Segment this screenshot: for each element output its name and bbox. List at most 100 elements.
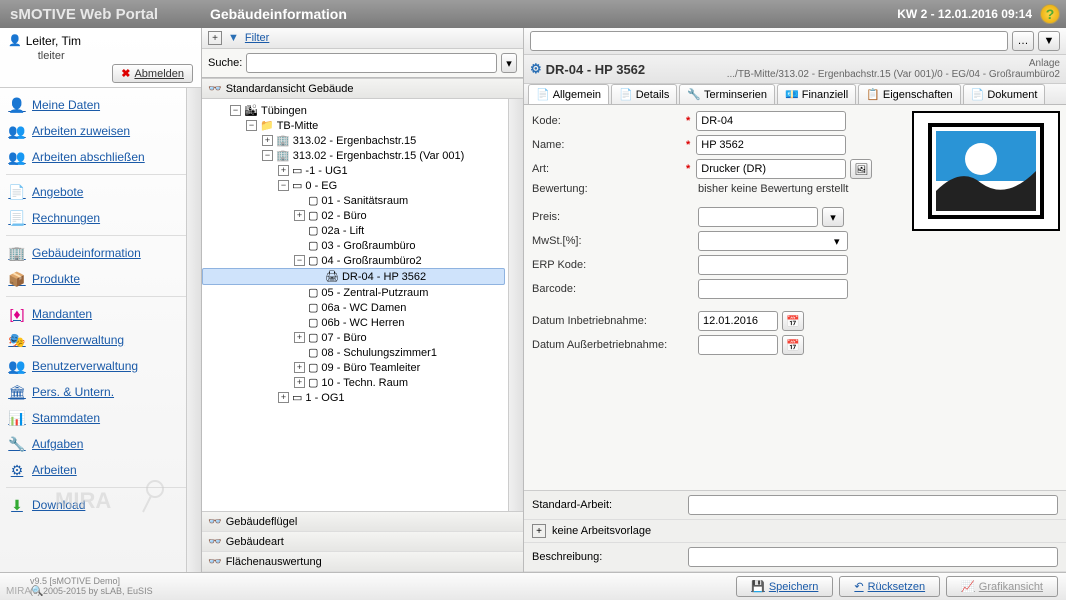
nav-gebaeudeinformation[interactable]: 🏢Gebäudeinformation (0, 240, 201, 266)
path-input[interactable] (530, 31, 1008, 51)
tree-node-08[interactable]: ▢08 - Schulungszimmer1 (202, 345, 523, 360)
erp-input[interactable] (698, 255, 848, 275)
tab-details[interactable]: 📄Details (611, 84, 677, 104)
tab-dokument[interactable]: 📄Dokument (963, 84, 1046, 104)
datum-ausser-input[interactable] (698, 335, 778, 355)
reset-button[interactable]: ↶Rücksetzen (839, 576, 940, 597)
tree-node-ug1[interactable]: +▭-1 - UG1 (202, 163, 523, 178)
name-input[interactable] (696, 135, 846, 155)
nav-produkte[interactable]: 📦Produkte (0, 266, 201, 292)
tree-node-addr2[interactable]: −🏢313.02 - Ergenbachstr.15 (Var 001) (202, 148, 523, 163)
expand-icon[interactable]: + (294, 210, 305, 221)
tree-header[interactable]: 👓 Standardansicht Gebäude (202, 78, 523, 99)
filter-icon: ▼ (228, 32, 239, 44)
preis-dropdown[interactable]: ▾ (822, 207, 844, 227)
tree-node-02a[interactable]: ▢02a - Lift (202, 223, 523, 238)
tree-node-01[interactable]: ▢01 - Sanitätsraum (202, 193, 523, 208)
image-placeholder[interactable] (912, 111, 1060, 231)
tree-node-og1[interactable]: +▭1 - OG1 (202, 390, 523, 405)
nav-meine-daten[interactable]: 👤Meine Daten (0, 92, 201, 118)
tree-footer-art[interactable]: 👓Gebäudeart (202, 532, 523, 552)
tree-node-09[interactable]: +▢09 - Büro Teamleiter (202, 360, 523, 375)
nav-benutzerverwaltung[interactable]: 👥Benutzerverwaltung (0, 353, 201, 379)
expand-icon[interactable]: + (294, 362, 305, 373)
tree-footer-flaeche[interactable]: 👓Flächenauswertung (202, 552, 523, 572)
money-icon: 💶 (785, 88, 799, 101)
filter-toggle-button[interactable]: ▼ (1038, 31, 1060, 51)
nav-aufgaben[interactable]: 🔧Aufgaben (0, 431, 201, 457)
tree-node-dr04[interactable]: 🖨DR-04 - HP 3562 (202, 268, 505, 285)
tree-node-07[interactable]: +▢07 - Büro (202, 330, 523, 345)
preis-input[interactable] (698, 207, 818, 227)
expand-icon[interactable]: + (294, 377, 305, 388)
expand-filter-button[interactable]: + (208, 31, 222, 45)
nav-scrollbar[interactable] (186, 88, 201, 572)
mwst-dropdown-icon[interactable]: ▾ (834, 235, 840, 248)
expand-icon[interactable]: + (294, 332, 305, 343)
nav-mandanten[interactable]: [♦]Mandanten (0, 301, 201, 327)
kode-label: Kode: (532, 115, 682, 127)
company-icon: 🏛 (8, 384, 26, 400)
tree-node-eg[interactable]: −▭0 - EG (202, 178, 523, 193)
logout-button[interactable]: ✖Abmelden (112, 64, 193, 83)
tree-node-05[interactable]: ▢05 - Zentral-Putzraum (202, 285, 523, 300)
suche-label: Suche: (208, 57, 242, 69)
work-icon: ⚙ (8, 462, 26, 478)
search-input[interactable] (246, 53, 497, 73)
nav-arbeiten-zuweisen[interactable]: 👥Arbeiten zuweisen (0, 118, 201, 144)
expand-icon[interactable]: + (278, 392, 289, 403)
grafik-button[interactable]: 📈Grafikansicht (946, 576, 1058, 597)
tree-node-tbmitte[interactable]: −📁TB-Mitte (202, 118, 523, 133)
nav-rechnungen[interactable]: 📃Rechnungen (0, 205, 201, 231)
tree-footer-fluegel[interactable]: 👓Gebäudeflügel (202, 512, 523, 532)
tree-scrollbar[interactable] (508, 99, 523, 511)
floor-icon: ▭ (292, 391, 302, 404)
search-dropdown-icon[interactable]: ▾ (501, 53, 517, 73)
nav-rollenverwaltung[interactable]: 🎭Rollenverwaltung (0, 327, 201, 353)
collapse-icon[interactable]: − (246, 120, 257, 131)
tree-node-addr1[interactable]: +🏢313.02 - Ergenbachstr.15 (202, 133, 523, 148)
offer-icon: 📄 (8, 184, 26, 200)
art-input[interactable] (696, 159, 846, 179)
std-arbeit-input[interactable] (688, 495, 1058, 515)
page-title: Gebäudeinformation (202, 6, 897, 22)
tree-node-03[interactable]: ▢03 - Großraumbüro (202, 238, 523, 253)
collapse-icon[interactable]: − (230, 105, 241, 116)
save-button[interactable]: 💾Speichern (736, 576, 833, 597)
product-icon: 📦 (8, 271, 26, 287)
nav-download[interactable]: ⬇Download (0, 492, 201, 518)
tree-node-02[interactable]: +▢02 - Büro (202, 208, 523, 223)
expand-icon[interactable]: + (278, 165, 289, 176)
nav-arbeiten[interactable]: ⚙Arbeiten (0, 457, 201, 483)
filter-link[interactable]: Filter (245, 32, 269, 44)
tree-node-tuebingen[interactable]: −🏙Tübingen (202, 103, 523, 118)
nav-angebote[interactable]: 📄Angebote (0, 179, 201, 205)
datum-inbetrieb-label: Datum Inbetriebnahme: (532, 315, 682, 327)
ellipsis-button[interactable]: … (1012, 31, 1034, 51)
tree-node-04[interactable]: −▢04 - Großraumbüro2 (202, 253, 523, 268)
tree-node-06a[interactable]: ▢06a - WC Damen (202, 300, 523, 315)
help-icon[interactable]: ? (1040, 4, 1060, 24)
tree-node-06b[interactable]: ▢06b - WC Herren (202, 315, 523, 330)
tab-finanziell[interactable]: 💶Finanziell (777, 84, 856, 104)
calendar-button[interactable]: 📅 (782, 335, 804, 355)
beschreibung-input[interactable] (688, 547, 1058, 567)
expand-icon[interactable]: + (262, 135, 273, 146)
nav-arbeiten-abschliessen[interactable]: 👥Arbeiten abschließen (0, 144, 201, 170)
tree-node-10[interactable]: +▢10 - Techn. Raum (202, 375, 523, 390)
tab-terminserien[interactable]: 🔧Terminserien (679, 84, 775, 104)
collapse-icon[interactable]: − (294, 255, 305, 266)
nav-pers-untern[interactable]: 🏛Pers. & Untern. (0, 379, 201, 405)
expand-icon[interactable]: + (532, 524, 546, 538)
datum-inbetrieb-input[interactable] (698, 311, 778, 331)
kode-input[interactable] (696, 111, 846, 131)
calendar-button[interactable]: 📅 (782, 311, 804, 331)
tab-allgemein[interactable]: 📄Allgemein (528, 84, 609, 104)
art-picker-button[interactable]: 🖼 (850, 159, 872, 179)
tab-eigenschaften[interactable]: 📋Eigenschaften (858, 84, 960, 104)
barcode-input[interactable] (698, 279, 848, 299)
nav-stammdaten[interactable]: 📊Stammdaten (0, 405, 201, 431)
collapse-icon[interactable]: − (278, 180, 289, 191)
mwst-input[interactable] (698, 231, 848, 251)
collapse-icon[interactable]: − (262, 150, 273, 161)
